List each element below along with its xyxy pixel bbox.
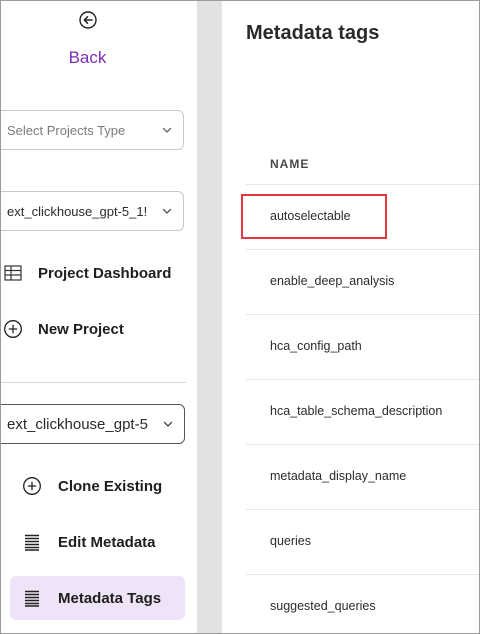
plus-circle-icon — [23, 477, 41, 495]
chevron-down-icon — [162, 127, 172, 133]
table-row[interactable]: queries — [270, 534, 311, 548]
nav-edit-metadata-label: Edit Metadata — [58, 533, 156, 551]
row-divider — [246, 574, 480, 575]
table-row[interactable]: hca_config_path — [270, 339, 362, 353]
list-lines-icon — [25, 534, 39, 551]
sub-project-select-value: ext_clickhouse_gpt-5 — [7, 415, 148, 433]
nav-clone-existing-label: Clone Existing — [58, 477, 163, 495]
table-row[interactable]: enable_deep_analysis — [270, 274, 394, 288]
row-divider — [246, 314, 480, 315]
row-divider — [246, 184, 480, 185]
table-row[interactable]: metadata_display_name — [270, 469, 406, 483]
nav-clone-existing[interactable]: Clone Existing — [22, 472, 162, 500]
row-divider — [246, 509, 480, 510]
row-divider — [246, 249, 480, 250]
table-row[interactable]: suggested_queries — [270, 599, 376, 613]
plus-circle-icon — [4, 320, 22, 338]
list-lines-icon — [25, 590, 39, 607]
panel-gutter — [197, 0, 222, 634]
project-type-placeholder: Select Projects Type — [7, 122, 126, 138]
nav-new-project-label: New Project — [38, 320, 124, 338]
sidebar: Back Select Projects Type ext_clickhouse… — [0, 0, 197, 634]
nav-new-project[interactable]: New Project — [3, 315, 124, 343]
nav-metadata-tags[interactable]: Metadata Tags — [22, 584, 161, 612]
chevron-down-icon — [162, 208, 172, 214]
row-divider — [246, 444, 480, 445]
dashboard-grid-icon — [4, 265, 22, 281]
nav-edit-metadata[interactable]: Edit Metadata — [22, 528, 156, 556]
highlight-box — [241, 194, 387, 239]
column-header-name: NAME — [270, 157, 310, 171]
sidebar-divider — [0, 382, 186, 383]
nav-project-dashboard[interactable]: Project Dashboard — [3, 259, 171, 287]
back-link[interactable]: Back — [0, 48, 175, 68]
project-type-select[interactable]: Select Projects Type — [0, 110, 184, 150]
row-divider — [246, 379, 480, 380]
project-select-value: ext_clickhouse_gpt-5_1! — [7, 203, 148, 219]
sub-project-select[interactable]: ext_clickhouse_gpt-5 — [0, 404, 185, 444]
project-select[interactable]: ext_clickhouse_gpt-5_1! — [0, 191, 184, 231]
page-title: Metadata tags — [246, 22, 380, 44]
chevron-down-icon — [163, 421, 173, 427]
main-panel: Metadata tags NAME autoselectable enable… — [222, 0, 480, 634]
nav-project-dashboard-label: Project Dashboard — [38, 264, 172, 282]
back-arrow-icon[interactable] — [78, 10, 98, 30]
nav-metadata-tags-label: Metadata Tags — [58, 589, 162, 607]
table-row[interactable]: hca_table_schema_description — [270, 404, 442, 418]
